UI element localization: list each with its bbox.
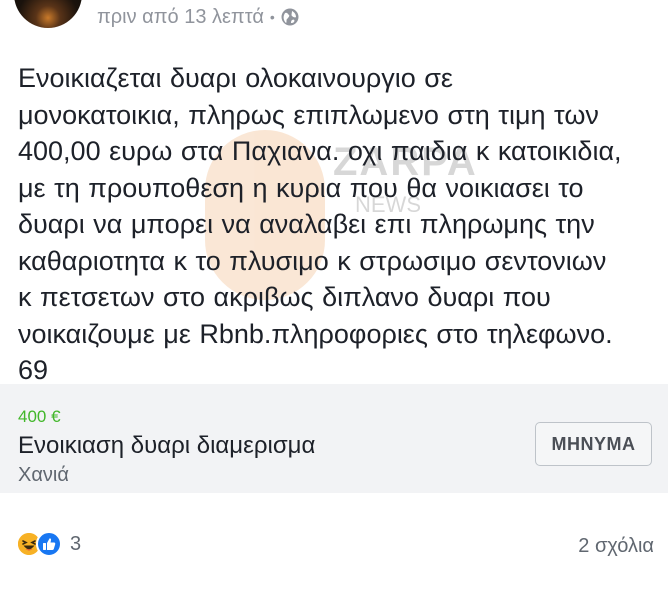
listing-price: 400 € bbox=[18, 407, 61, 426]
reaction-count: 3 bbox=[70, 532, 82, 555]
like-icon bbox=[36, 531, 62, 557]
marketplace-post: πριν από 13 λεπτά • ZARPA NEWS Ενοικιαζε… bbox=[0, 0, 668, 601]
globe-icon[interactable] bbox=[281, 8, 299, 26]
reactions-summary[interactable]: 3 bbox=[16, 531, 81, 557]
listing-location: Χανιά bbox=[18, 464, 69, 486]
post-meta: πριν από 13 λεπτά • bbox=[97, 5, 299, 29]
meta-separator: • bbox=[269, 9, 275, 25]
listing-title[interactable]: Ενοικιαση δυαρι διαμερισμα bbox=[18, 432, 315, 460]
post-body-line: κ πετσετων στο ακριβως διπλανο δυαρι που bbox=[18, 282, 551, 312]
post-body-line: Ενοικιαζεται δυαρι ολοκαινουργιο σε bbox=[18, 63, 453, 93]
listing-card[interactable]: 400 € Ενοικιαση δυαρι διαμερισμα Χανιά Μ… bbox=[0, 384, 668, 493]
post-timestamp[interactable]: πριν από 13 λεπτά bbox=[97, 6, 264, 29]
post-header: πριν από 13 λεπτά • bbox=[0, 0, 668, 44]
post-body-line: μονοκατοικια, πληρως επιπλωμενο στη τιμη… bbox=[18, 99, 599, 130]
post-footer: 3 2 σχόλια bbox=[0, 525, 668, 569]
message-button[interactable]: ΜΗΝΥΜΑ bbox=[535, 422, 652, 466]
comments-count[interactable]: 2 σχόλια bbox=[578, 535, 654, 558]
post-body-line: με τη προυποθεση η κυρια που θα νοικιασε… bbox=[18, 172, 584, 203]
post-body-line: 400,00 ευρω στα Παχιανα. οχι παιδια κ κα… bbox=[18, 136, 622, 166]
post-body: Ενοικιαζεται δυαρι ολοκαινουργιο σε μονο… bbox=[18, 60, 658, 389]
post-body-line: καθαριοτητα κ το πλυσιμο κ στρωσιμο σεντ… bbox=[18, 245, 607, 276]
post-body-line: νοικαιζουμε με Rbnb.πληροφοριες στο τηλε… bbox=[18, 318, 613, 349]
avatar[interactable] bbox=[14, 0, 82, 28]
post-body-line: δυαρι να μπορει να αναλαβει επι πληρωμης… bbox=[18, 209, 595, 239]
